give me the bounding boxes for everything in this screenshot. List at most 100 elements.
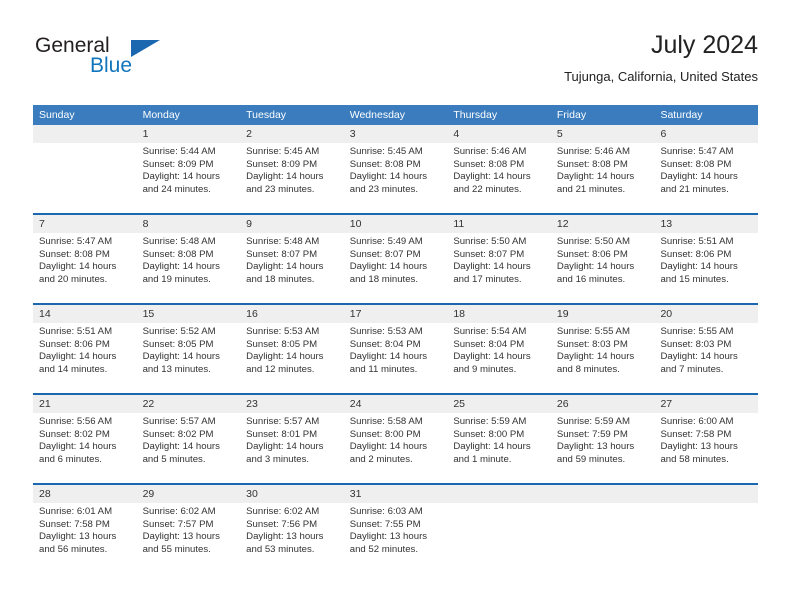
day-number-24[interactable]: 24	[344, 395, 448, 413]
day-cell-20[interactable]: Sunrise: 5:55 AM Sunset: 8:03 PM Daylight:…	[654, 323, 758, 393]
day-number-19[interactable]: 19	[551, 305, 655, 323]
day-number-14[interactable]: 14	[33, 305, 137, 323]
day-sunset-line: Sunset: 8:02 PM	[39, 428, 110, 440]
day-number-12[interactable]: 12	[551, 215, 655, 233]
week-detail-band: Sunrise: 5:44 AM Sunset: 8:09 PM Daylight:…	[33, 143, 758, 213]
day-daylight-line: and 24 minutes.	[142, 183, 211, 195]
day-number-empty	[33, 125, 137, 143]
day-cell-10[interactable]: Sunrise: 5:49 AM Sunset: 8:07 PM Daylight:…	[344, 233, 448, 303]
day-cell-2[interactable]: Sunrise: 5:45 AM Sunset: 8:09 PM Daylight:…	[240, 143, 344, 213]
day-number-13[interactable]: 13	[654, 215, 758, 233]
day-daylight-line: and 14 minutes.	[39, 363, 108, 375]
day-number-6[interactable]: 6	[654, 125, 758, 143]
day-cell-11[interactable]: Sunrise: 5:50 AM Sunset: 8:07 PM Daylight:…	[447, 233, 551, 303]
day-cell-21[interactable]: Sunrise: 5:56 AM Sunset: 8:02 PM Daylight:…	[33, 413, 137, 483]
day-number-15[interactable]: 15	[137, 305, 241, 323]
week-detail-band: Sunrise: 6:01 AM Sunset: 7:58 PM Daylight:…	[33, 503, 758, 573]
day-number-25[interactable]: 25	[447, 395, 551, 413]
day-number-10[interactable]: 10	[344, 215, 448, 233]
day-number-8[interactable]: 8	[137, 215, 241, 233]
day-daylight-line: and 53 minutes.	[246, 543, 315, 555]
day-daylight-line: Daylight: 13 hours	[246, 531, 324, 543]
day-number-9[interactable]: 9	[240, 215, 344, 233]
week-date-band: 123456	[33, 125, 758, 143]
day-number-7[interactable]: 7	[33, 215, 137, 233]
day-number-3[interactable]: 3	[344, 125, 448, 143]
day-number-1[interactable]: 1	[137, 125, 241, 143]
day-cell-3[interactable]: Sunrise: 5:45 AM Sunset: 8:08 PM Daylight:…	[344, 143, 448, 213]
day-number-31[interactable]: 31	[344, 485, 448, 503]
day-daylight-line: and 8 minutes.	[556, 363, 620, 375]
day-number-18[interactable]: 18	[447, 305, 551, 323]
day-cell-7[interactable]: Sunrise: 5:47 AM Sunset: 8:08 PM Daylight:…	[33, 233, 137, 303]
day-number-2[interactable]: 2	[240, 125, 344, 143]
day-sunset-line: Sunset: 7:58 PM	[39, 518, 110, 530]
day-cell-1[interactable]: Sunrise: 5:44 AM Sunset: 8:09 PM Daylight:…	[137, 143, 241, 213]
day-sunrise-line: Sunrise: 5:55 AM	[660, 326, 734, 337]
day-number-5[interactable]: 5	[551, 125, 655, 143]
day-daylight-line: and 22 minutes.	[453, 183, 522, 195]
day-number-4[interactable]: 4	[447, 125, 551, 143]
day-cell-29[interactable]: Sunrise: 6:02 AM Sunset: 7:57 PM Daylight:…	[137, 503, 241, 573]
calendar-grid: Sunday Monday Tuesday Wednesday Thursday Frid…	[33, 105, 758, 573]
day-cell-15[interactable]: Sunrise: 5:52 AM Sunset: 8:05 PM Daylight:…	[137, 323, 241, 393]
day-sunrise-line: Sunrise: 5:58 AM	[349, 416, 423, 427]
day-number-23[interactable]: 23	[240, 395, 344, 413]
day-cell-19[interactable]: Sunrise: 5:55 AM Sunset: 8:03 PM Daylight:…	[551, 323, 655, 393]
day-cell-30[interactable]: Sunrise: 6:02 AM Sunset: 7:56 PM Daylight:…	[240, 503, 344, 573]
day-daylight-line: Daylight: 14 hours	[246, 351, 324, 363]
day-cell-5[interactable]: Sunrise: 5:46 AM Sunset: 8:08 PM Daylight:…	[551, 143, 655, 213]
day-cell-16[interactable]: Sunrise: 5:53 AM Sunset: 8:05 PM Daylight:…	[240, 323, 344, 393]
day-sunrise-line: Sunrise: 5:53 AM	[246, 326, 320, 337]
day-cell-8[interactable]: Sunrise: 5:48 AM Sunset: 8:08 PM Daylight:…	[137, 233, 241, 303]
day-cell-empty	[33, 143, 137, 213]
day-number-30[interactable]: 30	[240, 485, 344, 503]
day-number-20[interactable]: 20	[654, 305, 758, 323]
page-subtitle: Tujunga, California, United States	[564, 69, 758, 84]
day-number-27[interactable]: 27	[654, 395, 758, 413]
day-daylight-line: Daylight: 14 hours	[556, 171, 635, 183]
day-cell-4[interactable]: Sunrise: 5:46 AM Sunset: 8:08 PM Daylight:…	[447, 143, 551, 213]
day-cell-27[interactable]: Sunrise: 6:00 AM Sunset: 7:58 PM Daylight:…	[654, 413, 758, 483]
day-cell-23[interactable]: Sunrise: 5:57 AM Sunset: 8:01 PM Daylight:…	[240, 413, 344, 483]
day-number-16[interactable]: 16	[240, 305, 344, 323]
day-daylight-line: and 17 minutes.	[453, 273, 522, 285]
logo-triangle-icon	[131, 40, 160, 57]
day-cell-17[interactable]: Sunrise: 5:53 AM Sunset: 8:04 PM Daylight:…	[344, 323, 448, 393]
day-sunrise-line: Sunrise: 5:51 AM	[660, 236, 734, 247]
day-cell-31[interactable]: Sunrise: 6:03 AM Sunset: 7:55 PM Daylight:…	[344, 503, 448, 573]
day-cell-14[interactable]: Sunrise: 5:51 AM Sunset: 8:06 PM Daylight:…	[33, 323, 137, 393]
day-sunrise-line: Sunrise: 6:02 AM	[246, 506, 320, 517]
day-daylight-line: and 18 minutes.	[246, 273, 315, 285]
day-sunrise-line: Sunrise: 5:56 AM	[39, 416, 113, 427]
day-cell-18[interactable]: Sunrise: 5:54 AM Sunset: 8:04 PM Daylight:…	[447, 323, 551, 393]
day-number-21[interactable]: 21	[33, 395, 137, 413]
day-daylight-line: Daylight: 13 hours	[349, 531, 428, 543]
day-cell-12[interactable]: Sunrise: 5:50 AM Sunset: 8:06 PM Daylight:…	[551, 233, 655, 303]
day-daylight-line: and 5 minutes.	[142, 453, 206, 465]
day-number-22[interactable]: 22	[137, 395, 241, 413]
day-cell-25[interactable]: Sunrise: 5:59 AM Sunset: 8:00 PM Daylight:…	[447, 413, 551, 483]
day-cell-26[interactable]: Sunrise: 5:59 AM Sunset: 7:59 PM Daylight:…	[551, 413, 655, 483]
day-cell-28[interactable]: Sunrise: 6:01 AM Sunset: 7:58 PM Daylight:…	[33, 503, 137, 573]
day-sunset-line: Sunset: 8:06 PM	[556, 248, 628, 260]
general-blue-logo[interactable]: General Blue	[33, 34, 233, 86]
day-sunset-line: Sunset: 8:08 PM	[142, 248, 214, 260]
day-cell-6[interactable]: Sunrise: 5:47 AM Sunset: 8:08 PM Daylight:…	[654, 143, 758, 213]
day-number-17[interactable]: 17	[344, 305, 448, 323]
day-number-26[interactable]: 26	[551, 395, 655, 413]
day-cell-24[interactable]: Sunrise: 5:58 AM Sunset: 8:00 PM Daylight:…	[344, 413, 448, 483]
day-sunset-line: Sunset: 8:08 PM	[556, 158, 628, 170]
day-sunset-line: Sunset: 8:05 PM	[142, 338, 214, 350]
day-sunset-line: Sunset: 8:08 PM	[349, 158, 421, 170]
day-number-28[interactable]: 28	[33, 485, 137, 503]
logo-text-blue: Blue	[90, 54, 133, 77]
day-cell-9[interactable]: Sunrise: 5:48 AM Sunset: 8:07 PM Daylight:…	[240, 233, 344, 303]
day-number-11[interactable]: 11	[447, 215, 551, 233]
day-sunrise-line: Sunrise: 5:53 AM	[349, 326, 423, 337]
day-number-29[interactable]: 29	[137, 485, 241, 503]
day-cell-22[interactable]: Sunrise: 5:57 AM Sunset: 8:02 PM Daylight:…	[137, 413, 241, 483]
day-cell-13[interactable]: Sunrise: 5:51 AM Sunset: 8:06 PM Daylight:…	[654, 233, 758, 303]
day-sunset-line: Sunset: 7:57 PM	[142, 518, 214, 530]
day-sunset-line: Sunset: 8:00 PM	[453, 428, 525, 440]
